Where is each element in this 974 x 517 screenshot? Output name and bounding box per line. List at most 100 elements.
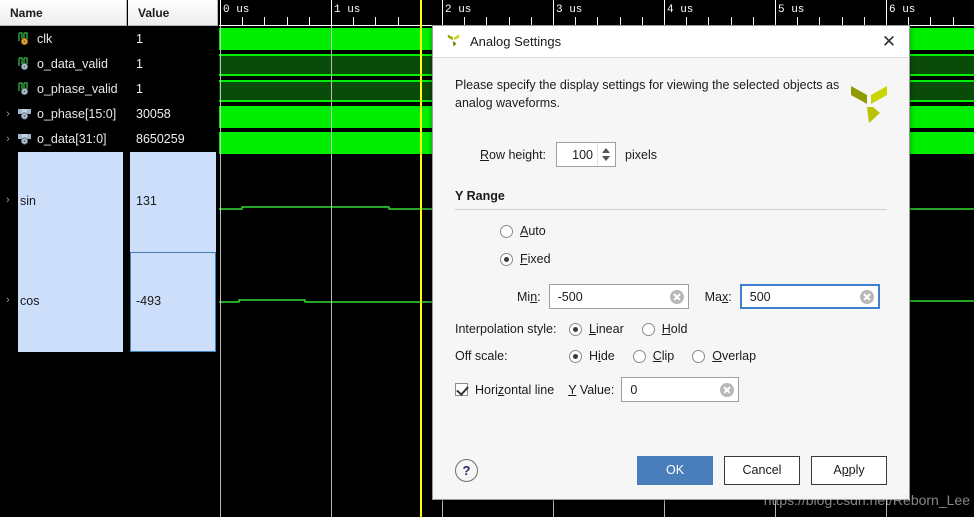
time-ruler[interactable]: 0 us 1 us 2 us 3 us 4 us 5 us 6 us	[219, 0, 974, 26]
signal-name-label: o_phase_valid	[37, 81, 118, 96]
interpolation-linear-option[interactable]: Linear	[569, 322, 624, 336]
min-input[interactable]	[555, 288, 670, 305]
signal-row-o-data-valid[interactable]: o_data_valid	[0, 51, 127, 76]
radio-overlap-mnemonic: O	[712, 349, 722, 364]
ok-button[interactable]: OK	[637, 455, 713, 485]
y-range-auto-option[interactable]: Auto	[455, 224, 887, 238]
clock-signal-icon	[16, 31, 33, 47]
radio-auto[interactable]	[500, 224, 513, 238]
off-scale-overlap-option[interactable]: Overlap	[692, 349, 756, 363]
waveform-gridline	[331, 26, 332, 517]
analog-settings-dialog: Analog Settings ✕ Please specify the dis…	[432, 25, 910, 500]
time-cursor[interactable]	[419, 0, 422, 517]
radio-clip-mnemonic: C	[652, 349, 662, 364]
signal-row-o-phase-15-0-[interactable]: › o_phase[15:0]	[0, 101, 127, 126]
dialog-titlebar: Analog Settings ✕	[433, 26, 909, 58]
radio-hold[interactable]	[641, 322, 655, 336]
signal-value-cell[interactable]: 1	[128, 51, 218, 76]
expand-chevron-icon[interactable]: ›	[0, 133, 16, 145]
signal-value-cell[interactable]: 1	[128, 76, 218, 101]
xilinx-brand-logo-icon	[849, 80, 889, 129]
radio-overlap[interactable]	[692, 349, 706, 363]
horizontal-line-checkbox[interactable]	[455, 383, 468, 397]
expand-chevron-icon[interactable]: ›	[6, 194, 10, 206]
ruler-time-label: 0 us	[223, 4, 250, 16]
radio-fixed[interactable]	[500, 252, 513, 266]
ruler-time-label: 1 us	[334, 4, 361, 16]
signal-name-list: clk o_data_valid o_phase_valid › o_phase[15:…	[0, 26, 127, 151]
radio-fixed-label[interactable]: Fixed	[520, 252, 551, 266]
signal-value-list: 1 1 1 30058 8650259	[128, 26, 218, 151]
radio-auto-label[interactable]: Auto	[520, 224, 546, 238]
radio-clip-label[interactable]: Clip	[653, 349, 675, 363]
horizontal-line-row: Horizontal line Y Value:	[455, 377, 887, 403]
signal-row-o-phase-valid[interactable]: o_phase_valid	[0, 76, 127, 101]
signal-row-o-data-31-0-[interactable]: › o_data[31:0]	[0, 126, 127, 151]
row-height-field-group: Row height: pixels	[455, 142, 887, 168]
horizontal-line-label[interactable]: Horizontal line	[475, 383, 554, 397]
row-height-stepper[interactable]	[556, 142, 617, 168]
analog-signal-value-label: -493	[136, 294, 162, 308]
help-button[interactable]: ?	[455, 458, 478, 482]
off-scale-hide-option[interactable]: Hide	[569, 349, 615, 363]
radio-auto-label-rest: uto	[528, 224, 546, 239]
radio-linear[interactable]	[569, 322, 582, 336]
radio-hold-label[interactable]: Hold	[662, 322, 688, 336]
analog-signal-name-label: cos	[20, 294, 40, 308]
chevron-down-icon[interactable]	[602, 156, 611, 162]
y-value-input[interactable]	[628, 381, 721, 398]
signal-value-cell[interactable]: 1	[128, 26, 218, 51]
cancel-button[interactable]: Cancel	[724, 455, 800, 485]
interpolation-style-options: Linear Hold	[569, 322, 705, 336]
analog-signal-name-label: sin	[20, 194, 36, 208]
ruler-time-label: 4 us	[667, 4, 694, 16]
signal-name-label: o_data_valid	[37, 56, 108, 71]
signal-value-cell[interactable]: 8650259	[128, 126, 218, 151]
radio-overlap-label[interactable]: Overlap	[712, 349, 756, 363]
off-scale-label: Off scale:	[455, 349, 508, 364]
signal-row-clk[interactable]: clk	[0, 26, 127, 51]
clear-y-value-icon[interactable]	[720, 382, 735, 397]
ruler-time-label: 3 us	[556, 4, 583, 16]
clear-max-icon[interactable]	[859, 289, 874, 304]
apply-button[interactable]: Ap ply	[811, 455, 887, 485]
row-height-input[interactable]	[557, 146, 598, 163]
column-header-value: Value	[128, 0, 218, 26]
y-value-label: Y Value:	[568, 382, 615, 397]
interpolation-hold-option[interactable]: Hold	[641, 322, 688, 336]
expand-chevron-icon[interactable]: ›	[0, 108, 16, 120]
signal-name-label: clk	[37, 31, 53, 46]
interpolation-style-label: Interpolation style:	[455, 322, 557, 337]
max-label: Max:	[704, 289, 732, 304]
radio-hide-label-rest: de	[600, 349, 615, 364]
signal-name-label: o_phase[15:0]	[37, 106, 117, 121]
radio-linear-mnemonic: L	[589, 322, 596, 337]
dialog-title: Analog Settings	[470, 34, 562, 49]
off-scale-clip-option[interactable]: Clip	[632, 349, 675, 363]
radio-hide-label[interactable]: Hide	[589, 349, 615, 363]
min-input-wrapper[interactable]	[548, 284, 689, 310]
radio-linear-label-rest: inear	[595, 322, 624, 337]
radio-clip[interactable]	[632, 349, 646, 363]
chevron-up-icon[interactable]	[602, 148, 611, 154]
radio-linear-label[interactable]: Linear	[589, 322, 624, 336]
interpolation-style-row: Interpolation style: Linear Hold	[455, 322, 887, 336]
row-height-stepper-arrows[interactable]	[597, 143, 614, 167]
radio-hide[interactable]	[569, 349, 582, 363]
signal-value-cell[interactable]: 30058	[128, 101, 218, 126]
max-input-wrapper[interactable]	[739, 284, 880, 310]
close-icon[interactable]: ✕	[877, 30, 901, 54]
expand-chevron-icon[interactable]: ›	[6, 294, 10, 306]
max-input[interactable]	[747, 288, 860, 305]
y-value-input-wrapper[interactable]	[621, 377, 740, 403]
row-height-label-rest: ow height:	[489, 147, 547, 162]
off-scale-row: Off scale: Hide Clip Overlap	[455, 349, 887, 363]
row-height-label: Row height:	[480, 148, 546, 162]
y-range-group-divider	[455, 209, 887, 211]
wave-signal-icon	[16, 81, 33, 97]
waveform-viewer-window: Name clk o_data_valid o_phase_valid › o_phas…	[0, 0, 974, 517]
y-range-fixed-option[interactable]: Fixed	[455, 252, 887, 266]
ruler-time-label: 6 us	[889, 4, 916, 16]
clear-min-icon[interactable]	[669, 289, 684, 304]
min-label: Min:	[517, 289, 541, 304]
